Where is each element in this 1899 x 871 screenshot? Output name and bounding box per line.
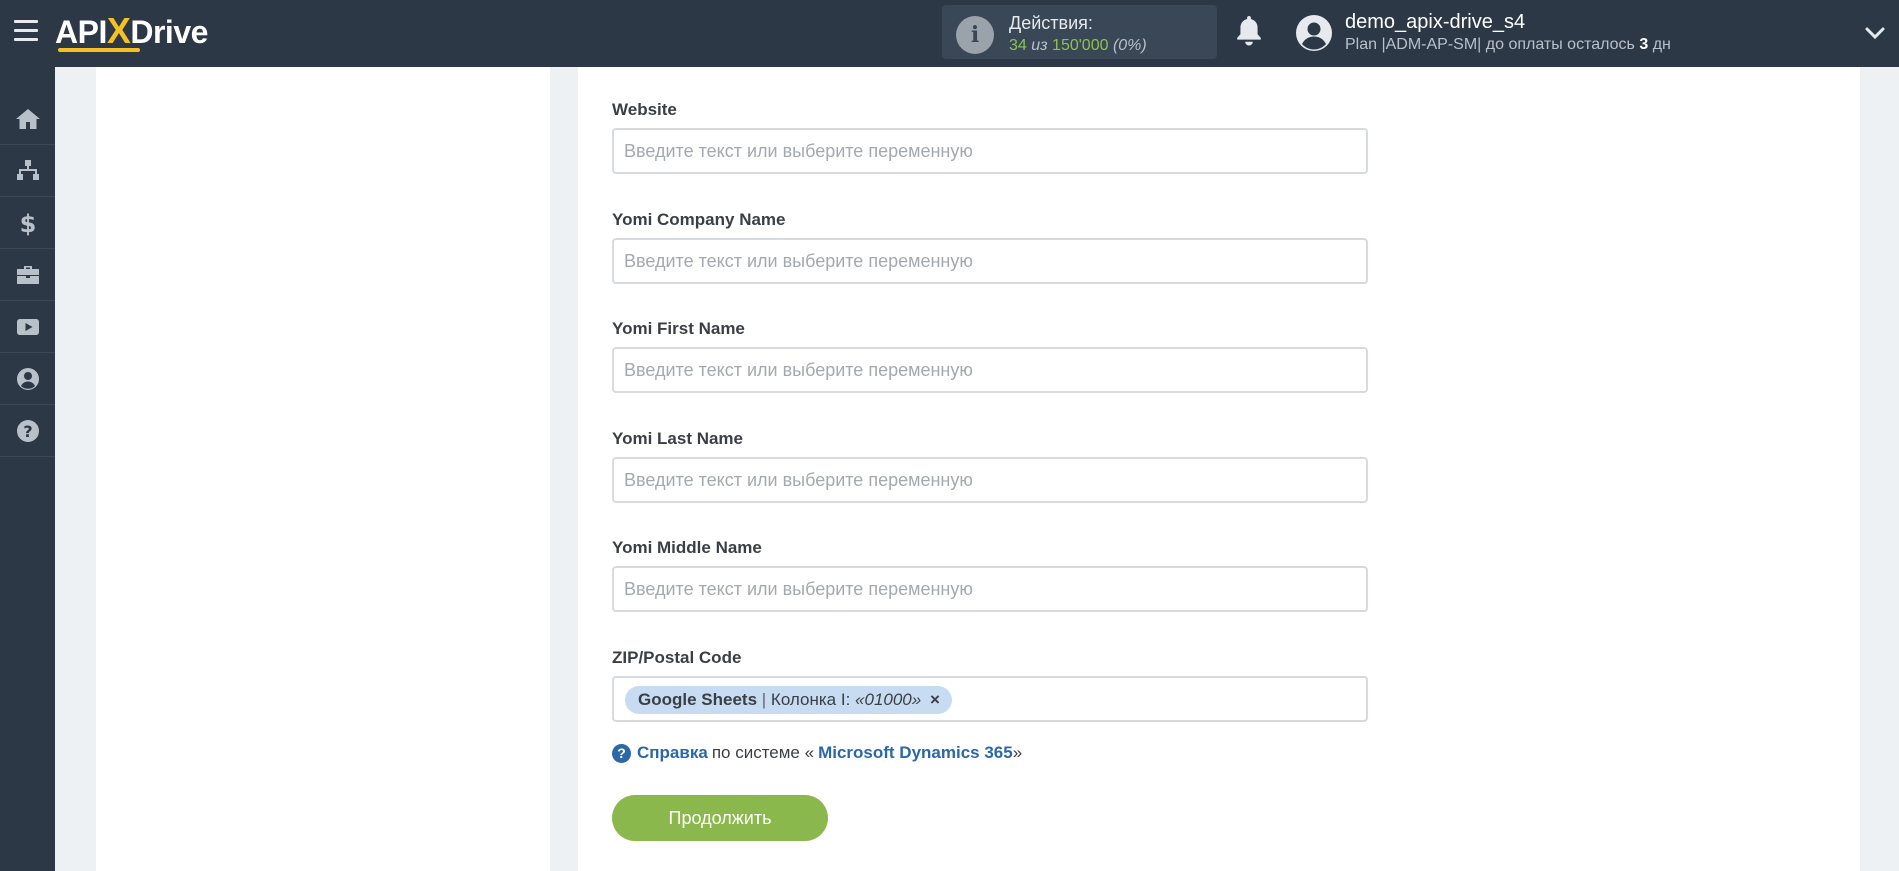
top-bar: APIXDrive i Действия: 34 из 150'000 (0%)… xyxy=(0,0,1899,67)
actions-counter[interactable]: i Действия: 34 из 150'000 (0%) xyxy=(942,5,1217,59)
dollar-icon: $ xyxy=(19,210,36,236)
help-link[interactable]: Справка xyxy=(637,743,708,763)
apix-drive-logo[interactable]: APIXDrive xyxy=(55,10,208,52)
left-panel xyxy=(96,67,550,871)
tag-value: «01000» xyxy=(855,690,922,709)
chevron-down-icon[interactable] xyxy=(1864,22,1886,44)
help-line: ? Справка по системе «Microsoft Dynamics… xyxy=(612,743,1022,763)
svg-text:?: ? xyxy=(23,422,32,441)
field-label-website: Website xyxy=(612,100,677,119)
user-avatar-icon[interactable] xyxy=(1296,15,1332,51)
actions-count: 34 из 150'000 (0%) xyxy=(1009,37,1147,55)
continue-button[interactable]: Продолжить xyxy=(612,795,828,841)
sidebar-item-profile[interactable] xyxy=(0,353,55,405)
user-plan: Plan |ADM-AP-SM| до оплаты осталось 3 дн xyxy=(1345,36,1671,54)
sidebar: $ ? xyxy=(0,67,55,871)
sidebar-item-connections[interactable] xyxy=(0,145,55,197)
field-label-yomi-company-name: Yomi Company Name xyxy=(612,210,786,229)
bell-icon[interactable] xyxy=(1236,16,1262,46)
plan-days: 3 xyxy=(1639,36,1649,53)
field-label-yomi-first-name: Yomi First Name xyxy=(612,319,745,338)
question-circle-icon: ? xyxy=(612,743,631,763)
logo-suffix: Drive xyxy=(130,14,208,50)
variable-tag[interactable]: Google Sheets | Колонка I: «01000» × xyxy=(625,686,952,714)
help-end-text: » xyxy=(1012,743,1023,762)
tag-remove-icon[interactable]: × xyxy=(930,690,940,709)
plan-days-unit: дн xyxy=(1652,36,1671,53)
zip-postal-code-input[interactable]: Google Sheets | Колонка I: «01000» × xyxy=(612,676,1368,722)
logo-x: X xyxy=(106,10,131,51)
sidebar-item-billing[interactable]: $ xyxy=(0,197,55,249)
tag-column: Колонка I: xyxy=(770,690,851,709)
actions-used: 34 xyxy=(1009,37,1027,54)
hamburger-menu-icon[interactable] xyxy=(14,20,38,44)
plan-text: Plan |ADM-AP-SM| до оплаты осталось xyxy=(1345,36,1635,53)
sidebar-item-home[interactable] xyxy=(0,93,55,145)
logo-prefix: API xyxy=(55,14,107,50)
field-label-yomi-last-name: Yomi Last Name xyxy=(612,429,744,448)
yomi-last-name-input[interactable] xyxy=(612,457,1368,503)
tag-separator: | xyxy=(761,690,767,709)
yomi-middle-name-input[interactable] xyxy=(612,566,1368,612)
actions-percent: (0%) xyxy=(1112,37,1147,54)
logo-underline xyxy=(58,48,140,52)
briefcase-icon xyxy=(16,265,39,284)
sitemap-icon xyxy=(16,159,39,180)
sidebar-item-videos[interactable] xyxy=(0,301,55,353)
youtube-icon xyxy=(16,318,39,335)
svg-text:$: $ xyxy=(19,210,36,236)
tag-source: Google Sheets xyxy=(638,690,758,709)
info-icon: i xyxy=(956,16,994,54)
field-label-yomi-middle-name: Yomi Middle Name xyxy=(612,538,762,557)
field-label-zip-postal-code: ZIP/Postal Code xyxy=(612,648,742,667)
home-icon xyxy=(15,108,40,129)
yomi-company-name-input[interactable] xyxy=(612,238,1368,284)
question-icon: ? xyxy=(16,419,39,442)
sidebar-item-projects[interactable] xyxy=(0,249,55,301)
actions-label: Действия: xyxy=(1009,13,1093,33)
sidebar-item-help[interactable]: ? xyxy=(0,405,55,457)
user-circle-icon xyxy=(16,367,39,390)
actions-of: из xyxy=(1031,37,1048,54)
help-middle-text: по системе « xyxy=(711,743,815,762)
website-input[interactable] xyxy=(612,128,1368,174)
user-name[interactable]: demo_apix-drive_s4 xyxy=(1345,11,1525,34)
yomi-first-name-input[interactable] xyxy=(612,347,1368,393)
help-system-link[interactable]: Microsoft Dynamics 365 xyxy=(818,743,1013,763)
actions-total: 150'000 xyxy=(1052,37,1109,54)
